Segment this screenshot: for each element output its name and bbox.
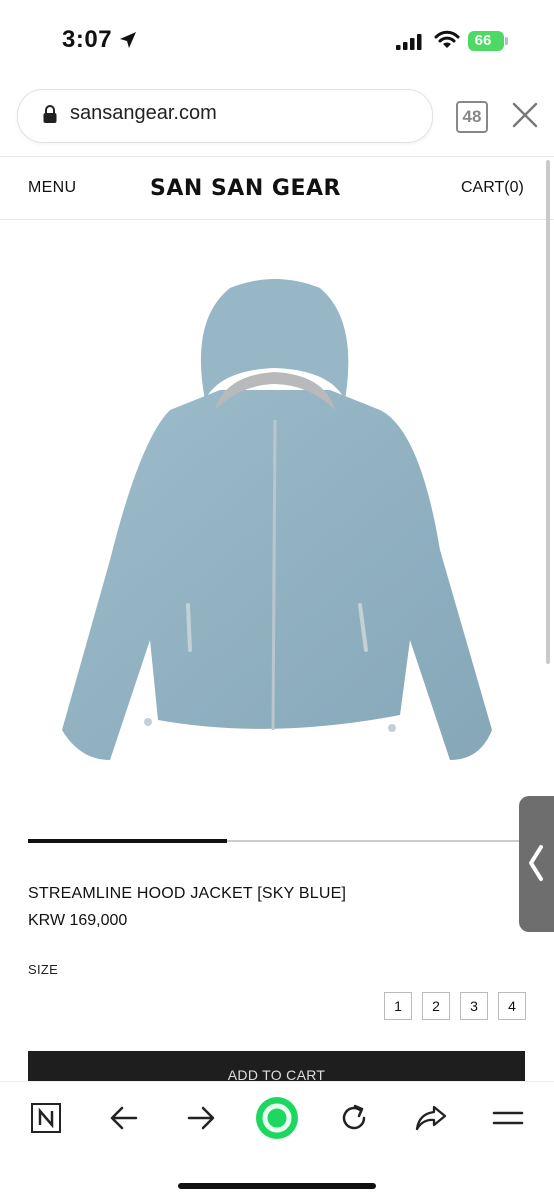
url-text[interactable]: sansangear.com bbox=[70, 102, 217, 125]
share-icon[interactable] bbox=[414, 1102, 448, 1134]
size-option-3[interactable]: 3 bbox=[460, 992, 488, 1020]
header-divider bbox=[0, 219, 554, 220]
cellular-signal-icon bbox=[396, 34, 422, 50]
battery-nub bbox=[505, 37, 508, 45]
chevron-left-icon[interactable] bbox=[527, 843, 545, 883]
browser-divider bbox=[0, 156, 554, 157]
status-time: 3:07 bbox=[62, 26, 113, 53]
menu-button[interactable]: MENU bbox=[28, 179, 76, 197]
battery-level: 66 bbox=[474, 32, 492, 49]
size-option-4[interactable]: 4 bbox=[498, 992, 526, 1020]
tab-count-button[interactable]: 48 bbox=[456, 101, 488, 133]
refresh-icon[interactable] bbox=[338, 1102, 370, 1134]
green-circle-icon[interactable] bbox=[255, 1096, 299, 1140]
cart-button[interactable]: CART(0) bbox=[461, 179, 524, 197]
wifi-icon bbox=[434, 30, 460, 48]
product-image[interactable] bbox=[40, 260, 510, 790]
home-indicator bbox=[178, 1183, 376, 1189]
size-option-1[interactable]: 1 bbox=[384, 992, 412, 1020]
size-option-2[interactable]: 2 bbox=[422, 992, 450, 1020]
size-label: SIZE bbox=[28, 962, 59, 977]
forward-arrow-icon[interactable] bbox=[185, 1102, 217, 1134]
battery-icon: 66 bbox=[468, 31, 504, 51]
gallery-progress-fill bbox=[28, 839, 227, 843]
brand-logo[interactable]: SAN SAN GEAR bbox=[150, 176, 341, 201]
product-price: KRW 169,000 bbox=[28, 912, 128, 929]
back-arrow-icon[interactable] bbox=[108, 1102, 140, 1134]
lock-icon bbox=[43, 105, 57, 123]
location-arrow-icon bbox=[120, 32, 136, 48]
naver-n-icon[interactable] bbox=[30, 1102, 62, 1134]
scrollbar[interactable] bbox=[546, 160, 550, 664]
close-icon[interactable] bbox=[512, 102, 538, 128]
product-name: STREAMLINE HOOD JACKET [SKY BLUE] bbox=[28, 885, 347, 902]
menu-lines-icon[interactable] bbox=[491, 1102, 525, 1134]
